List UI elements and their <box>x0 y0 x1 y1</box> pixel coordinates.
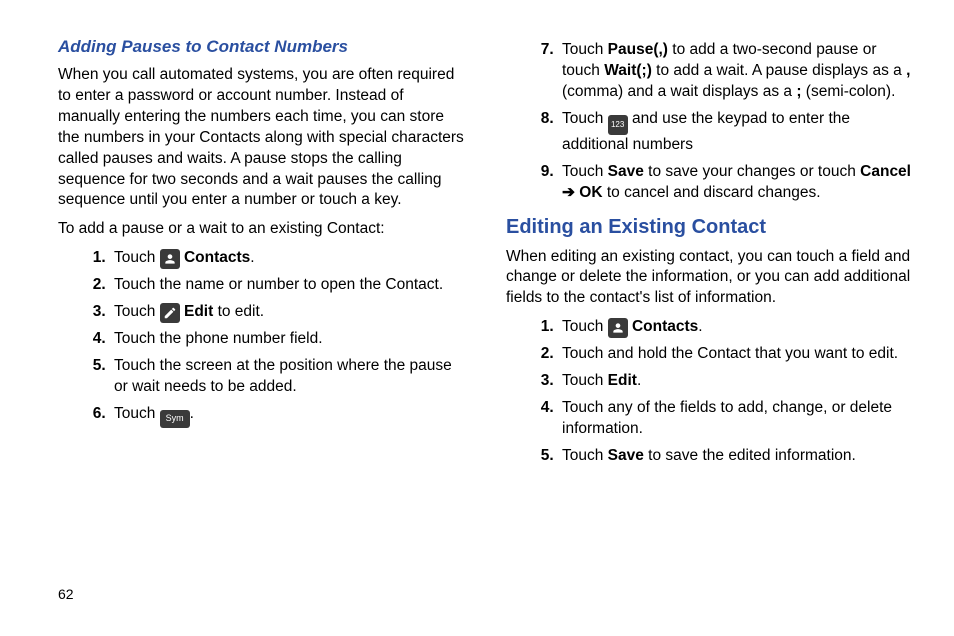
page-number: 62 <box>58 586 74 602</box>
contacts-icon <box>160 249 180 269</box>
step-7: Touch Pause(,) to add a two-second pause… <box>558 40 914 103</box>
pause-label: Pause(,) <box>608 41 668 58</box>
intro-paragraph: When you call automated systems, you are… <box>58 65 466 211</box>
step-text: (comma) and a wait displays as a <box>562 83 796 100</box>
step-6: Touch Sym. <box>110 404 466 428</box>
steps-list-right-cont: Touch Pause(,) to add a two-second pause… <box>506 40 914 204</box>
step-text: Touch <box>562 110 608 127</box>
step-text: . <box>190 405 194 422</box>
steps-list-left: Touch Contacts. Touch the name or number… <box>58 248 466 427</box>
left-column: Adding Pauses to Contact Numbers When yo… <box>58 36 466 636</box>
edit-label: Edit <box>180 303 214 320</box>
step-text: Touch <box>114 303 160 320</box>
step-text: Touch <box>114 405 160 422</box>
edit-step-1: Touch Contacts. <box>558 317 914 338</box>
arrow-icon: ➔ <box>562 184 579 201</box>
ok-label: OK <box>579 184 602 201</box>
sym-key-icon: Sym <box>160 410 190 428</box>
step-text: to save your changes or touch <box>644 163 860 180</box>
wait-label: Wait(;) <box>604 62 652 79</box>
intro-paragraph-2: When editing an existing contact, you ca… <box>506 247 914 310</box>
step-9: Touch Save to save your changes or touch… <box>558 162 914 204</box>
steps-list-editing: Touch Contacts. Touch and hold the Conta… <box>506 317 914 467</box>
cancel-label: Cancel <box>860 163 911 180</box>
contacts-label: Contacts <box>628 318 699 335</box>
manual-page: Adding Pauses to Contact Numbers When yo… <box>0 0 954 636</box>
edit-step-2: Touch and hold the Contact that you want… <box>558 344 914 365</box>
step-text: Touch <box>562 41 608 58</box>
pencil-icon <box>160 303 180 323</box>
step-2: Touch the name or number to open the Con… <box>110 275 466 296</box>
contacts-label: Contacts <box>180 249 251 266</box>
edit-step-5: Touch Save to save the edited informatio… <box>558 446 914 467</box>
step-text: to save the edited information. <box>644 447 856 464</box>
step-text: Touch <box>114 249 160 266</box>
section-heading-pauses: Adding Pauses to Contact Numbers <box>58 36 466 59</box>
step-text: (semi-colon). <box>802 83 896 100</box>
step-text: . <box>250 249 254 266</box>
step-text: Touch <box>562 318 608 335</box>
lead-paragraph: To add a pause or a wait to an existing … <box>58 219 466 240</box>
comma-label: , <box>906 62 910 79</box>
step-text: to add a wait. A pause displays as a <box>652 62 906 79</box>
step-text: . <box>637 372 641 389</box>
step-5: Touch the screen at the position where t… <box>110 356 466 398</box>
contacts-icon <box>608 318 628 338</box>
step-text: . <box>698 318 702 335</box>
step-4: Touch the phone number field. <box>110 329 466 350</box>
step-8: Touch 123 and use the keypad to enter th… <box>558 109 914 156</box>
step-text: to edit. <box>213 303 264 320</box>
save-label: Save <box>608 447 644 464</box>
edit-label: Edit <box>608 372 637 389</box>
edit-step-3: Touch Edit. <box>558 371 914 392</box>
save-label: Save <box>608 163 644 180</box>
right-column: Touch Pause(,) to add a two-second pause… <box>506 36 914 636</box>
step-text: to cancel and discard changes. <box>603 184 821 201</box>
step-text: Touch <box>562 447 608 464</box>
edit-step-4: Touch any of the fields to add, change, … <box>558 398 914 440</box>
section-heading-editing: Editing an Existing Contact <box>506 214 914 241</box>
step-text: Touch <box>562 372 608 389</box>
step-3: Touch Edit to edit. <box>110 302 466 323</box>
step-1: Touch Contacts. <box>110 248 466 269</box>
numpad-icon: 123 <box>608 115 628 135</box>
step-text: Touch <box>562 163 608 180</box>
